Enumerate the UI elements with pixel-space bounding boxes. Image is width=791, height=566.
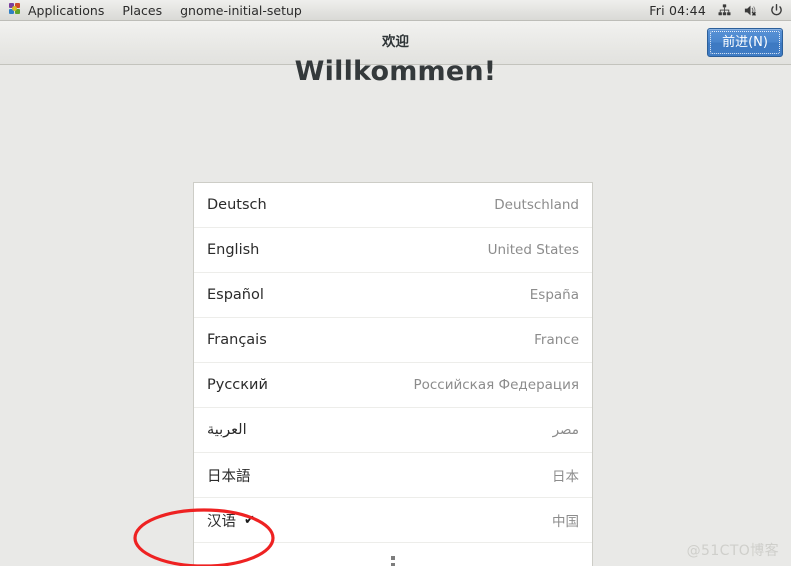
clock[interactable]: Fri 04:44 — [649, 3, 706, 18]
language-row[interactable]: 日本語 日本 — [194, 453, 592, 498]
language-name: العربية — [207, 422, 247, 438]
next-button[interactable]: 前进(N) — [707, 28, 783, 57]
language-country: 中国 — [552, 514, 579, 530]
window-menu-label: gnome-initial-setup — [180, 2, 302, 18]
language-name: 汉语 ✔ — [207, 510, 255, 531]
language-row[interactable]: Deutsch Deutschland — [194, 183, 592, 228]
language-row[interactable]: English United States — [194, 228, 592, 273]
page-title: Willkommen! — [294, 56, 497, 87]
language-name: Русский — [207, 377, 268, 393]
welcome-page-content: Willkommen! Deutsch Deutschland English Uni… — [0, 56, 791, 566]
language-country: United States — [487, 242, 579, 258]
language-row[interactable]: 汉语 ✔ 中国 — [194, 498, 592, 543]
language-name-text: 日本語 — [207, 468, 251, 485]
language-country: France — [534, 332, 579, 348]
language-country: 日本 — [552, 469, 579, 485]
language-name-text: 汉语 — [207, 513, 236, 530]
network-wired-icon[interactable] — [717, 3, 732, 18]
places-menu[interactable]: Places — [113, 0, 171, 20]
places-menu-label: Places — [122, 2, 163, 18]
language-row[interactable]: العربية مصر — [194, 408, 592, 453]
language-name-text: Deutsch — [207, 197, 267, 213]
language-country: España — [529, 287, 579, 303]
language-row[interactable]: Français France — [194, 318, 592, 363]
window-menu-gnome-initial-setup[interactable]: gnome-initial-setup — [171, 0, 311, 20]
desktop-screen: Applications Places gnome-initial-setup … — [0, 0, 791, 566]
applications-menu[interactable]: Applications — [0, 0, 113, 20]
language-name: Deutsch — [207, 197, 267, 213]
language-name: Español — [207, 287, 264, 303]
language-row[interactable]: Español España — [194, 273, 592, 318]
applications-menu-label: Applications — [28, 2, 105, 18]
language-country: مصر — [552, 422, 579, 438]
language-list: Deutsch Deutschland English United States Es… — [193, 182, 593, 566]
language-name: Français — [207, 332, 267, 348]
gnome-initial-setup-window: 欢迎 前进(N) Willkommen! Deutsch Deutschland E… — [0, 21, 791, 566]
language-name-text: Русский — [207, 377, 268, 393]
applications-pinwheel-icon — [9, 3, 23, 17]
language-country: Deutschland — [494, 197, 579, 213]
watermark: @51CTO博客 — [686, 543, 779, 559]
language-row[interactable]: Русский Российская Федерация — [194, 363, 592, 408]
panel-status-area: Fri 04:44 — [649, 0, 791, 20]
volume-muted-icon[interactable] — [743, 3, 758, 18]
more-vertical-icon — [391, 556, 395, 566]
gnome-top-panel: Applications Places gnome-initial-setup … — [0, 0, 791, 21]
power-icon[interactable] — [769, 3, 784, 18]
language-country: Российская Федерация — [413, 377, 579, 393]
panel-left-group: Applications Places gnome-initial-setup — [0, 0, 311, 20]
language-name: 日本語 — [207, 465, 251, 486]
language-name-text: Español — [207, 287, 264, 303]
more-languages-row[interactable] — [194, 543, 592, 566]
language-name-text: العربية — [207, 422, 247, 438]
next-button-label: 前进(N) — [722, 35, 768, 50]
language-name-text: Français — [207, 332, 267, 348]
check-icon: ✔ — [244, 512, 255, 528]
language-name-text: English — [207, 242, 260, 258]
language-name: English — [207, 242, 259, 258]
